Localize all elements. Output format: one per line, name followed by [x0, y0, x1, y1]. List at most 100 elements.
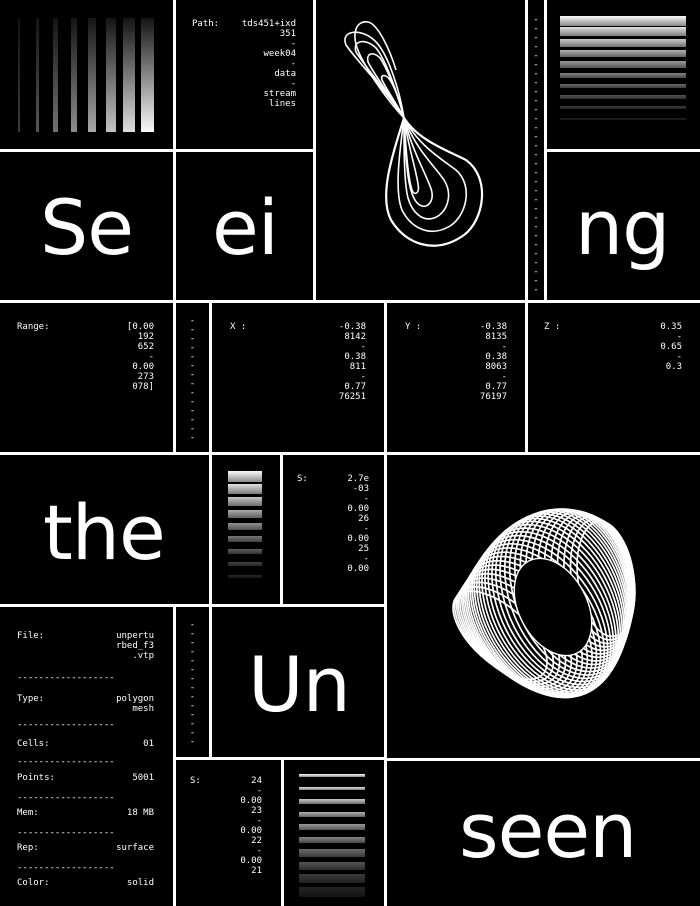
gradient-bar: [18, 18, 20, 132]
dots-column-low: - - - - - - - - - - - - - -: [176, 607, 209, 757]
word-ei: ei: [212, 183, 279, 272]
gradient-bar: [228, 536, 262, 542]
gradient-bar: [35, 18, 40, 132]
file-info-row: Cells: 01: [17, 739, 154, 751]
file-info-key: Color:: [17, 878, 50, 888]
gradient-bar: [228, 471, 262, 482]
gradient-bar: [560, 72, 686, 79]
range-panel: Range: [0.00 192 652 - 0.00 273 078]: [0, 303, 173, 452]
file-info-key: File:: [17, 631, 45, 641]
gradient-bar: [88, 18, 97, 132]
z-value: 0.35 - 0.65 - 0.3: [660, 322, 682, 372]
file-info-row: File: unpertu rbed_f3 .vtp: [17, 631, 154, 661]
word-the-panel: the: [0, 455, 209, 604]
s2-stats-panel: S: 24 - 0.00 23 - 0.00 22 - 0.00 21: [176, 760, 281, 906]
gradient-bar: [228, 562, 262, 566]
gradient-bar: [228, 497, 262, 506]
gradient-bar: [299, 811, 365, 817]
dots-column-top: - - - - - - - - - - - - - - - - - - - - …: [528, 0, 544, 300]
file-info-panel: File: unpertu rbed_f3 .vtp Type: polygon me…: [0, 607, 173, 906]
gradient-bar: [70, 18, 78, 132]
x-label: X :: [230, 322, 247, 332]
range-label: Range:: [17, 322, 50, 332]
file-info-row: Type: polygon mesh: [17, 694, 154, 714]
file-info-value: 18 MB: [126, 808, 154, 818]
bottom-bars-panel: [284, 760, 384, 906]
gradient-bar: [560, 27, 686, 37]
file-info-key: Mem:: [17, 808, 39, 818]
gradient-bar: [299, 786, 365, 791]
y-panel: Y : -0.38 8135 - 0.38 8063 - 0.77 76197: [387, 303, 525, 452]
file-info-key: Cells:: [17, 739, 50, 749]
gradient-bar: [228, 575, 262, 578]
gradient-bar: [105, 18, 116, 132]
file-info-key: Points:: [17, 773, 55, 783]
file-info-value: polygon mesh: [116, 694, 154, 714]
torus-panel: [387, 455, 700, 758]
x-value: -0.38 8142 - 0.38 811 - 0.77 76251: [338, 322, 366, 402]
word-se-panel: Se: [0, 152, 173, 300]
gradient-bar: [299, 874, 365, 884]
file-info-separator: ------------------: [17, 757, 115, 767]
z-panel: Z : 0.35 - 0.65 - 0.3: [528, 303, 700, 452]
s2-value: 24 - 0.00 23 - 0.00 22 - 0.00 21: [240, 776, 262, 876]
gradient-bar: [560, 95, 686, 99]
dots-column-mid: - - - - - - - - - - - - - -: [176, 303, 209, 452]
file-info-value: 5001: [132, 773, 154, 783]
gradient-bar: [299, 849, 365, 857]
file-info-key: Type:: [17, 694, 45, 704]
file-info-separator: ------------------: [17, 828, 115, 838]
gradient-bar: [299, 799, 365, 804]
dash-column: - - - - - - - - - - - - - - - - - - - - …: [533, 15, 539, 295]
poster: Path: tds451+ixd 351 - week04 - data - s…: [0, 0, 700, 906]
word-ng: ng: [575, 183, 670, 272]
gradient-bar: [53, 18, 59, 132]
s-stats-panel: S: 2.7e -03 - 0.00 26 - 0.00 25 - 0.00: [283, 455, 384, 604]
s2-label: S:: [190, 776, 201, 786]
path-value: tds451+ixd 351 - week04 - data - stream …: [241, 19, 296, 109]
word-un: Un: [248, 640, 351, 729]
dash-column: - - - - - - - - - - - - - -: [189, 620, 196, 747]
file-info-value: unpertu rbed_f3 .vtp: [116, 631, 154, 661]
gradient-bar: [299, 774, 365, 777]
gradient-bar: [560, 61, 686, 68]
word-seen: seen: [459, 786, 637, 875]
word-the: the: [43, 488, 166, 577]
y-value: -0.38 8135 - 0.38 8063 - 0.77 76197: [479, 322, 507, 402]
vertical-gradient-bars-panel: [0, 0, 173, 149]
gradient-bar: [299, 836, 365, 844]
word-un-panel: Un: [212, 607, 384, 757]
x-panel: X : -0.38 8142 - 0.38 811 - 0.77 76251: [212, 303, 384, 452]
s1-value: 2.7e -03 - 0.00 26 - 0.00 25 - 0.00: [347, 474, 369, 574]
word-seen-panel: seen: [387, 761, 700, 906]
file-info-separator: ------------------: [17, 863, 115, 873]
path-label: Path:: [192, 19, 220, 29]
gradient-bar: [228, 510, 262, 518]
file-info-row: Points: 5001: [17, 773, 154, 785]
file-info-separator: ------------------: [17, 720, 115, 730]
gradient-bar: [299, 861, 365, 870]
small-bars-panel: [212, 455, 280, 604]
file-info-row: Color: solid: [17, 878, 154, 890]
file-info-row: Mem: 18 MB: [17, 808, 154, 820]
gradient-bar: [228, 523, 262, 530]
file-info-key: Rep:: [17, 843, 39, 853]
gradient-bar: [560, 106, 686, 110]
file-info-value: solid: [126, 878, 154, 888]
gradient-bar: [299, 886, 365, 897]
streamlines-graphic: [344, 21, 483, 247]
gradient-bar: [123, 18, 135, 132]
s1-label: S:: [297, 474, 308, 484]
file-info-separator: ------------------: [17, 673, 115, 683]
gradient-bar: [560, 83, 686, 89]
gradient-bar: [228, 549, 262, 554]
gradient-bar: [560, 49, 686, 58]
torus-graphic: [452, 508, 636, 699]
word-ei-panel: ei: [176, 152, 313, 300]
gradient-bar: [228, 484, 262, 494]
z-label: Z :: [544, 322, 561, 332]
gradient-bar: [299, 824, 365, 831]
horizontal-gradient-bars-panel: [547, 0, 700, 149]
file-info-separator: ------------------: [17, 793, 115, 803]
gradient-bar: [140, 18, 154, 132]
